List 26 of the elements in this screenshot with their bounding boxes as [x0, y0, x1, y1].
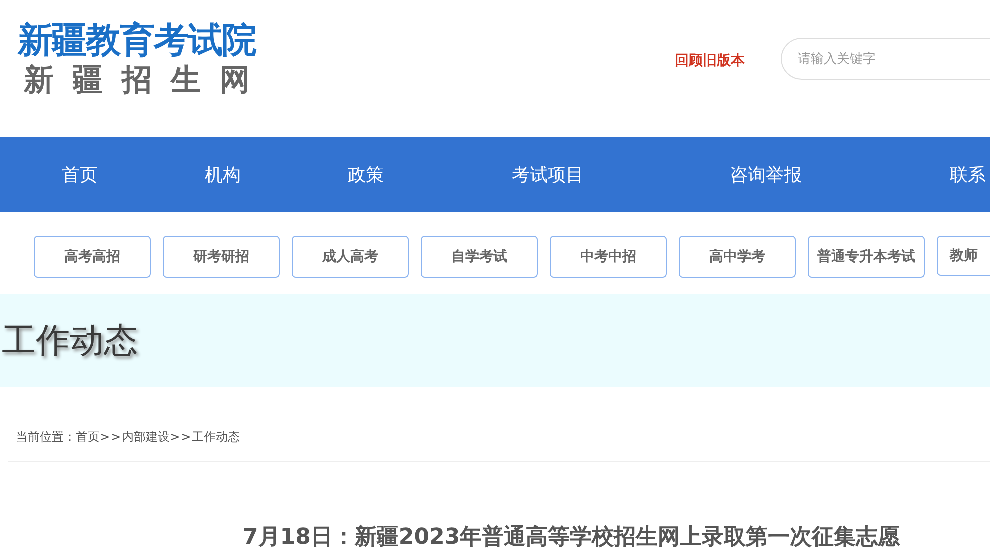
nav-item[interactable]: 机构 [205, 162, 241, 186]
breadcrumb-separator: >> [100, 430, 122, 444]
logo-subtitle: 新疆招生网 [24, 62, 270, 100]
category-tab[interactable]: 高考高招 [34, 236, 151, 278]
category-tab[interactable]: 自学考试 [421, 236, 538, 278]
breadcrumb-link[interactable]: 内部建设 [122, 430, 170, 444]
category-tab[interactable]: 中考中招 [550, 236, 667, 278]
article-title: 7月18日：新疆2023年普通高等学校招生网上录取第一次征集志愿 [243, 524, 902, 552]
nav-item[interactable]: 政策 [348, 162, 384, 186]
breadcrumb-label: 当前位置： [16, 430, 76, 444]
category-tab[interactable]: 高中学考 [679, 236, 796, 278]
logo-title: 新疆教育考试院 [18, 20, 258, 62]
category-tab[interactable]: 研考研招 [163, 236, 280, 278]
nav-item[interactable]: 联系 [950, 162, 986, 186]
nav-item[interactable]: 考试项目 [512, 162, 584, 186]
category-tab[interactable]: 普通专升本考试 [808, 236, 925, 278]
old-version-link[interactable]: 回顾旧版本 [675, 52, 781, 70]
search-field[interactable]: 请输入关键字 [781, 38, 990, 80]
category-tab[interactable]: 成人高考 [292, 236, 409, 278]
breadcrumb-separator: >> [170, 430, 192, 444]
breadcrumb-link[interactable]: 工作动态 [192, 430, 240, 444]
category-tab[interactable]: 教师 [937, 236, 990, 276]
nav-item[interactable]: 咨询举报 [730, 162, 802, 186]
nav-item[interactable]: 首页 [62, 162, 98, 186]
breadcrumb-link[interactable]: 首页 [76, 430, 100, 444]
banner-title: 工作动态 [2, 320, 138, 362]
